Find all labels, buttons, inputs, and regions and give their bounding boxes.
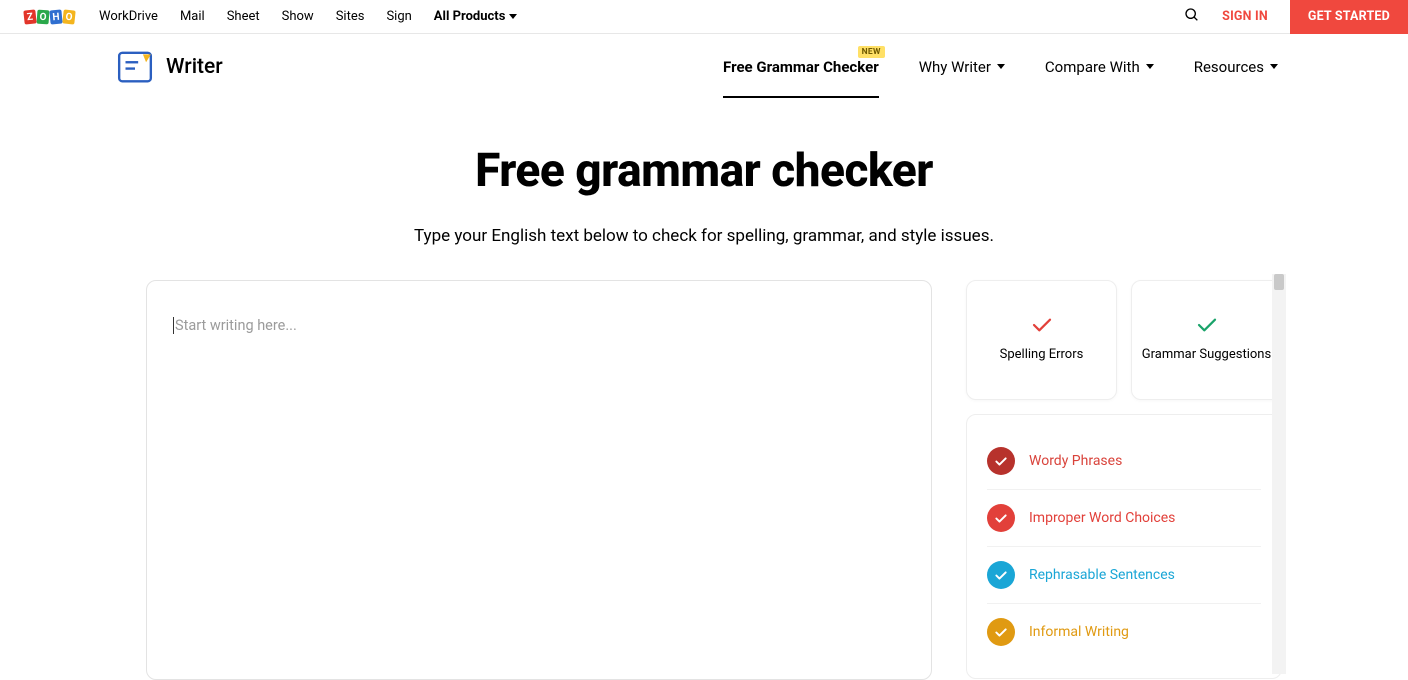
zoho-logo[interactable]: ZOHO — [24, 10, 75, 24]
scrollbar[interactable] — [1272, 274, 1286, 674]
tab-compare-with-label: Compare With — [1045, 58, 1140, 76]
check-improper-label: Improper Word Choices — [1029, 510, 1175, 526]
get-started-button[interactable]: GET STARTED — [1290, 0, 1408, 34]
editor-placeholder: Start writing here... — [173, 317, 297, 334]
tab-grammar-checker[interactable]: NEW Free Grammar Checker — [723, 36, 879, 98]
writer-logo-icon — [116, 48, 154, 86]
app-area: Start writing here... Spelling Errors Gr… — [0, 280, 1408, 680]
nav-show[interactable]: Show — [282, 9, 314, 24]
product-name: Writer — [166, 55, 223, 79]
check-informal-label: Informal Writing — [1029, 624, 1129, 640]
checks-panel: Wordy Phrases Improper Word Choices Reph… — [966, 414, 1282, 679]
topbar-right: SIGN IN GET STARTED — [1184, 0, 1408, 34]
chevron-down-icon — [1270, 64, 1278, 69]
chevron-down-icon — [509, 14, 517, 19]
page-title: Free grammar checker — [0, 144, 1408, 198]
tab-grammar-checker-label: Free Grammar Checker — [723, 58, 879, 76]
nav-sites[interactable]: Sites — [336, 9, 365, 24]
check-rephrasable[interactable]: Rephrasable Sentences — [987, 547, 1261, 604]
nav-all-products-label: All Products — [434, 9, 506, 24]
check-informal[interactable]: Informal Writing — [987, 604, 1261, 660]
card-grammar-suggestions[interactable]: Grammar Suggestions — [1131, 280, 1282, 400]
product-navbar: Writer NEW Free Grammar Checker Why Writ… — [0, 34, 1408, 100]
nav-workdrive[interactable]: WorkDrive — [99, 9, 158, 24]
check-wordy-phrases[interactable]: Wordy Phrases — [987, 433, 1261, 490]
hero: Free grammar checker Type your English t… — [0, 100, 1408, 272]
check-icon — [987, 618, 1015, 646]
nav-mail[interactable]: Mail — [180, 9, 205, 24]
check-icon — [987, 447, 1015, 475]
global-topbar: ZOHO WorkDrive Mail Sheet Show Sites Sig… — [0, 0, 1408, 34]
check-icon — [1031, 317, 1053, 333]
chevron-down-icon — [997, 64, 1005, 69]
card-spelling-errors[interactable]: Spelling Errors — [966, 280, 1117, 400]
text-cursor — [173, 317, 174, 334]
check-icon — [987, 561, 1015, 589]
check-icon — [1196, 317, 1218, 333]
tab-why-writer-label: Why Writer — [919, 58, 991, 76]
tab-resources-label: Resources — [1194, 58, 1264, 76]
page-subtitle: Type your English text below to check fo… — [0, 226, 1408, 246]
nav-sign[interactable]: Sign — [386, 9, 411, 24]
tab-why-writer[interactable]: Why Writer — [919, 36, 1005, 98]
card-grammar-label: Grammar Suggestions — [1142, 347, 1271, 364]
writer-brand[interactable]: Writer — [116, 48, 223, 86]
nav-all-products[interactable]: All Products — [434, 9, 518, 24]
product-nav: NEW Free Grammar Checker Why Writer Comp… — [723, 36, 1408, 98]
check-icon — [987, 504, 1015, 532]
card-spelling-label: Spelling Errors — [1000, 347, 1084, 364]
sign-in-link[interactable]: SIGN IN — [1222, 9, 1268, 24]
tab-resources[interactable]: Resources — [1194, 36, 1278, 98]
sidebar: Spelling Errors Grammar Suggestions Word… — [966, 280, 1282, 680]
nav-sheet[interactable]: Sheet — [227, 9, 260, 24]
chevron-down-icon — [1146, 64, 1154, 69]
scrollbar-thumb[interactable] — [1274, 274, 1284, 290]
check-rephrasable-label: Rephrasable Sentences — [1029, 567, 1175, 583]
check-wordy-label: Wordy Phrases — [1029, 453, 1122, 469]
global-nav: WorkDrive Mail Sheet Show Sites Sign All… — [99, 9, 517, 24]
editor[interactable]: Start writing here... — [146, 280, 932, 680]
search-icon[interactable] — [1184, 7, 1200, 27]
tab-compare-with[interactable]: Compare With — [1045, 36, 1154, 98]
badge-new: NEW — [858, 46, 885, 58]
check-improper-word[interactable]: Improper Word Choices — [987, 490, 1261, 547]
